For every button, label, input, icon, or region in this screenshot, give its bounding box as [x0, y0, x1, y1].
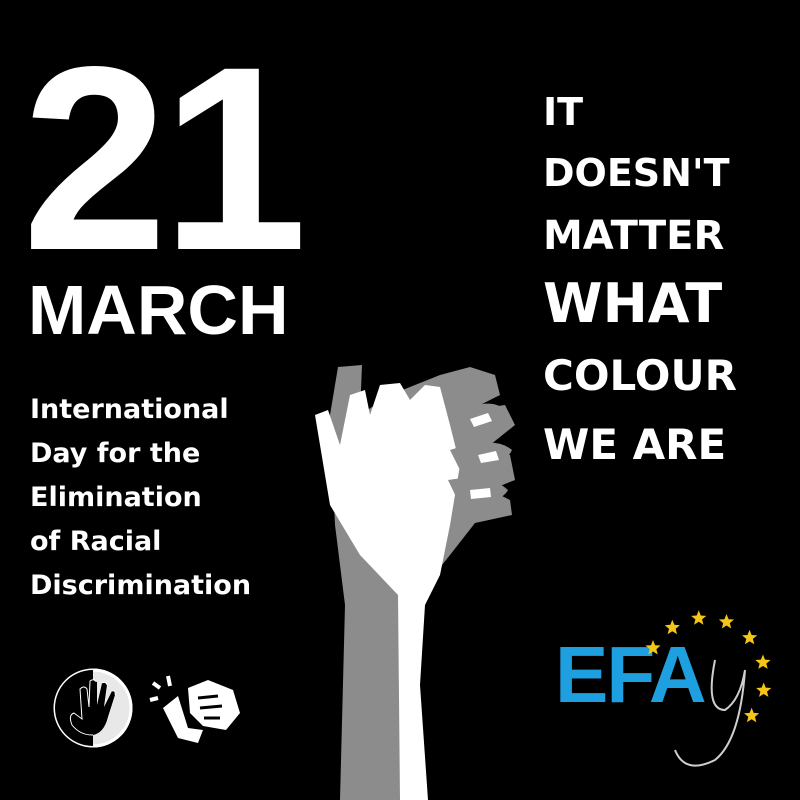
subtitle-line: Discrimination	[30, 570, 252, 601]
slogan-line: WE ARE	[543, 420, 727, 469]
star-icon	[718, 614, 735, 629]
hand-circle-logo	[53, 668, 133, 748]
subtitle-line: of Racial	[30, 526, 162, 557]
date-month: MARCH	[28, 271, 289, 349]
star-icon	[645, 640, 661, 655]
subtitle-line: Elimination	[30, 482, 202, 513]
slogan-line: COLOUR	[543, 351, 737, 400]
subtitle-line: Day for the	[30, 438, 201, 469]
eu-stars	[645, 610, 772, 767]
star-icon	[755, 654, 771, 669]
star-icon	[691, 610, 707, 625]
event-subtitle: International Day for the Elimination of…	[30, 388, 251, 608]
star-icon	[664, 619, 680, 635]
slogan-line: WHAT	[543, 272, 723, 335]
y-script-stroke	[674, 659, 746, 767]
star-icon	[744, 707, 760, 723]
star-icon	[742, 629, 758, 645]
poster: 21 MARCH International Day for the Elimi…	[0, 0, 800, 800]
date-day: 21	[22, 12, 307, 305]
efay-logo: EFA	[555, 600, 775, 780]
star-icon	[756, 682, 772, 697]
subtitle-line: International	[30, 394, 229, 425]
slogan-line: IT	[543, 90, 584, 134]
clasped-hands-illustration	[315, 365, 515, 800]
slogan: IT DOESN'T MATTER WHAT COLOUR WE ARE	[543, 82, 737, 478]
slogan-line: DOESN'T	[543, 151, 730, 195]
fist-smashing-swastika-logo	[149, 675, 240, 743]
slogan-line: MATTER	[543, 213, 725, 259]
